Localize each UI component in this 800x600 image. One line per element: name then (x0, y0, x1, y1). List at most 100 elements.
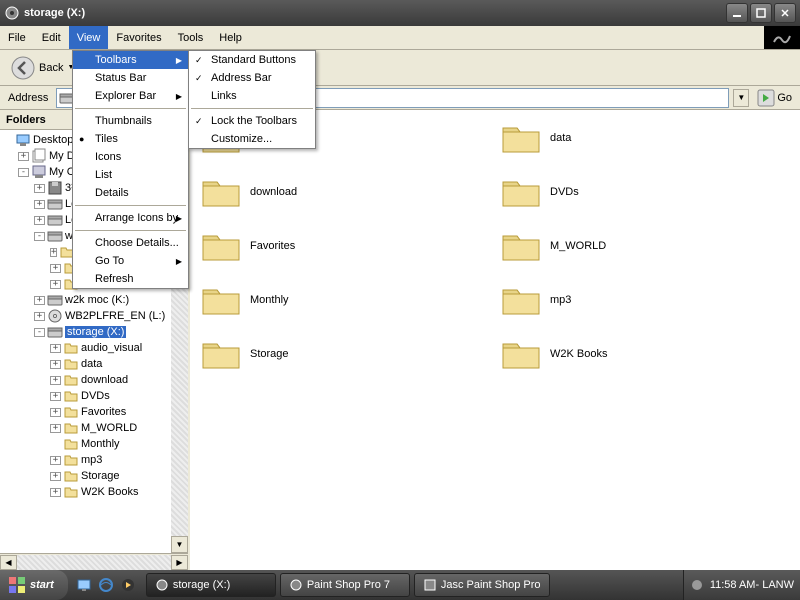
tree-row[interactable]: + Storage (2, 468, 186, 484)
menu-item-customize-[interactable]: Customize... (189, 130, 315, 148)
menu-item-status-bar[interactable]: Status Bar (73, 69, 188, 87)
tree-twisty[interactable]: + (50, 280, 61, 289)
menu-file[interactable]: File (0, 26, 34, 49)
tree-row[interactable]: Monthly (2, 436, 186, 452)
menu-help[interactable]: Help (211, 26, 250, 49)
tree-twisty[interactable]: + (50, 344, 61, 353)
menu-item-lock-the-toolbars[interactable]: ✓Lock the Toolbars (189, 112, 315, 130)
tree-row[interactable]: +DVDs (2, 388, 186, 404)
tree-row[interactable]: + data (2, 356, 186, 372)
ql-desktop-icon[interactable] (74, 574, 94, 596)
menu-item-links[interactable]: Links (189, 87, 315, 105)
menu-item-thumbnails[interactable]: Thumbnails (73, 112, 188, 130)
tree-twisty[interactable]: + (50, 408, 61, 417)
tree-twisty[interactable]: + (34, 200, 45, 209)
scroll-right-icon[interactable]: ▶ (171, 555, 188, 570)
tree-twisty[interactable]: - (34, 328, 45, 337)
maximize-button[interactable] (750, 3, 772, 23)
folder-tile[interactable]: download (200, 174, 490, 210)
folder-icon (63, 452, 79, 468)
folder-tile[interactable]: W2K Books (500, 336, 790, 372)
tree-row[interactable]: +WB2PLFRE_EN (L:) (2, 308, 186, 324)
folder-tile[interactable]: data (500, 120, 790, 156)
tree-row[interactable]: +M_WORLD (2, 420, 186, 436)
tray-icon[interactable] (690, 578, 704, 592)
tree-twisty[interactable]: + (18, 152, 29, 161)
tree-twisty[interactable]: + (50, 376, 61, 385)
folder-name: Monthly (250, 294, 289, 306)
tree-twisty[interactable]: + (50, 488, 61, 497)
menu-item-icons[interactable]: Icons (73, 148, 188, 166)
tree-row[interactable]: -storage (X:) (2, 324, 186, 340)
folder-tile[interactable]: Favorites (200, 228, 490, 264)
scroll-left-icon[interactable]: ◀ (0, 555, 17, 570)
minimize-button[interactable] (726, 3, 748, 23)
tree-twisty[interactable]: + (34, 296, 45, 305)
menu-item-standard-buttons[interactable]: ✓Standard Buttons (189, 51, 315, 69)
ql-media-icon[interactable] (118, 574, 138, 596)
folder-icon (63, 484, 79, 500)
taskbar-item-storage[interactable]: storage (X:) (146, 573, 276, 597)
task-label: Paint Shop Pro 7 (307, 579, 390, 591)
folder-tile[interactable]: mp3 (500, 282, 790, 318)
tree-label: Storage (81, 470, 120, 482)
tree-twisty[interactable]: + (50, 248, 57, 257)
close-button[interactable] (774, 3, 796, 23)
tree-twisty[interactable]: - (18, 168, 29, 177)
menu-edit[interactable]: Edit (34, 26, 69, 49)
folder-tile[interactable]: Storage (200, 336, 490, 372)
menu-tools[interactable]: Tools (170, 26, 212, 49)
taskbar: start storage (X:) Paint Shop Pro 7 Jasc… (0, 570, 800, 600)
titlebar: storage (X:) (0, 0, 800, 26)
menu-view[interactable]: View (69, 26, 109, 49)
menu-item-tiles[interactable]: ●Tiles (73, 130, 188, 148)
folder-grid: audio_visualdatadownloadDVDsFavoritesM_W… (200, 120, 790, 372)
tree-twisty (50, 440, 61, 449)
menu-item-details[interactable]: Details (73, 184, 188, 202)
tree-twisty[interactable]: + (50, 392, 61, 401)
folder-tile[interactable]: DVDs (500, 174, 790, 210)
folder-tile[interactable]: M_WORLD (500, 228, 790, 264)
tree-row[interactable]: +download (2, 372, 186, 388)
taskbar-item-jasc[interactable]: Jasc Paint Shop Pro (414, 573, 550, 597)
tree-twisty[interactable]: - (34, 232, 45, 241)
tree-hscrollbar[interactable]: ◀ ▶ (0, 553, 188, 570)
tree-twisty[interactable]: + (34, 184, 45, 193)
tree-twisty[interactable]: + (50, 456, 61, 465)
scroll-down-icon[interactable]: ▼ (171, 536, 188, 553)
tree-row[interactable]: +w2k moc (K:) (2, 292, 186, 308)
menu-item-address-bar[interactable]: ✓Address Bar (189, 69, 315, 87)
tree-twisty[interactable]: + (50, 360, 61, 369)
menu-item-explorer-bar[interactable]: Explorer Bar▶ (73, 87, 188, 105)
menu-favorites[interactable]: Favorites (108, 26, 169, 49)
menu-item-arrange-icons-by[interactable]: Arrange Icons by▶ (73, 209, 188, 227)
menu-item-list[interactable]: List (73, 166, 188, 184)
menu-item-refresh[interactable]: Refresh (73, 270, 188, 288)
ql-ie-icon[interactable] (96, 574, 116, 596)
tree-twisty[interactable]: + (50, 264, 61, 273)
tree-row[interactable]: +Favorites (2, 404, 186, 420)
address-dropdown[interactable]: ▼ (733, 89, 749, 107)
menu-item-choose-details-[interactable]: Choose Details... (73, 234, 188, 252)
menu-item-toolbars[interactable]: Toolbars▶ (73, 51, 188, 69)
content-pane[interactable]: audio_visualdatadownloadDVDsFavoritesM_W… (190, 110, 800, 570)
folder-tile[interactable]: Monthly (200, 282, 490, 318)
tree-twisty[interactable]: + (34, 312, 45, 321)
window-title: storage (X:) (24, 7, 724, 19)
submenu-arrow-icon: ▶ (176, 92, 182, 101)
folder-name: Storage (250, 348, 289, 360)
start-button[interactable]: start (0, 570, 68, 600)
back-button[interactable]: Back ▼ (4, 53, 81, 83)
go-button[interactable]: Go (753, 89, 796, 107)
tree-row[interactable]: +W2K Books (2, 484, 186, 500)
menu-item-go-to[interactable]: Go To▶ (73, 252, 188, 270)
taskbar-item-psp7[interactable]: Paint Shop Pro 7 (280, 573, 410, 597)
tree-twisty[interactable]: + (50, 424, 61, 433)
tree-twisty[interactable]: + (34, 216, 45, 225)
check-icon: ✓ (195, 116, 203, 127)
tree-label: data (81, 358, 102, 370)
mycomp-icon (31, 164, 47, 180)
tree-row[interactable]: +audio_visual (2, 340, 186, 356)
tree-twisty[interactable]: + (50, 472, 61, 481)
tree-row[interactable]: +mp3 (2, 452, 186, 468)
